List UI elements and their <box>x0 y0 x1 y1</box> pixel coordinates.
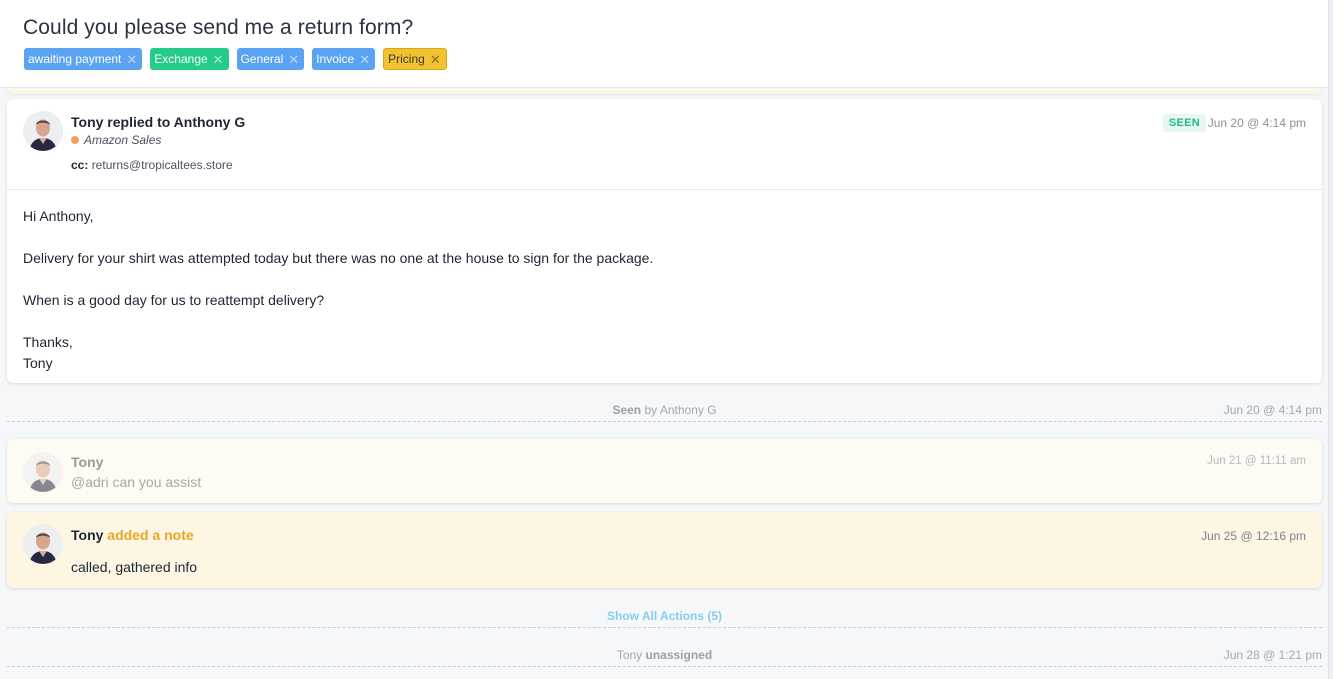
conversation-header: Could you please send me a return form? … <box>0 0 1328 88</box>
comment-text: @adri can you assist <box>71 474 202 490</box>
seen-strong: Seen <box>612 403 642 417</box>
message-body: Hi Anthony, Delivery for your shirt was … <box>7 190 1322 374</box>
user-avatar-icon <box>23 111 63 151</box>
user-avatar-icon <box>23 452 63 492</box>
seen-status-badge: SEEN <box>1162 114 1206 132</box>
comment-author: Tony <box>71 454 104 470</box>
show-all-actions-link[interactable]: Show All Actions (5) <box>7 609 1322 623</box>
unassigned-event-text: Tony unassigned <box>7 648 1322 662</box>
avatar <box>23 452 63 492</box>
body-line: When is a good day for us to reattempt d… <box>23 292 325 308</box>
remove-tag-icon[interactable]: ✕ <box>126 53 137 66</box>
tag-list: awaiting payment ✕ Exchange ✕ General ✕ … <box>24 48 447 70</box>
tag-exchange[interactable]: Exchange ✕ <box>150 48 229 70</box>
seen-event-text: Seen by Anthony G <box>7 403 1322 417</box>
remove-tag-icon[interactable]: ✕ <box>213 53 224 66</box>
inbox-dot-icon <box>71 136 79 144</box>
seen-by: by Anthony G <box>641 403 717 417</box>
inbox-name: Amazon Sales <box>84 133 162 147</box>
cc-address: returns@tropicaltees.store <box>91 158 233 172</box>
cc-line: cc: returns@tropicaltees.store <box>71 158 233 172</box>
body-line: Thanks, <box>23 334 73 350</box>
tag-pricing[interactable]: Pricing ✕ <box>383 48 447 70</box>
comment-timestamp: Jun 21 @ 11:11 am <box>1207 455 1306 467</box>
avatar <box>23 524 63 564</box>
tag-awaiting-payment[interactable]: awaiting payment ✕ <box>24 48 143 70</box>
body-line: Tony <box>23 355 53 371</box>
unassigned-event: Tony unassigned Jun 28 @ 1:21 pm <box>7 645 1322 667</box>
tag-label: General <box>240 52 284 66</box>
mention-comment-card: Tony @adri can you assist Jun 21 @ 11:11… <box>7 439 1322 503</box>
remove-tag-icon[interactable]: ✕ <box>288 53 299 66</box>
user-avatar-icon <box>23 524 63 564</box>
tag-label: Invoice <box>316 52 355 66</box>
note-text: called, gathered info <box>71 559 198 575</box>
unassigned-event-timestamp: Jun 28 @ 1:21 pm <box>1223 648 1322 662</box>
show-all-actions-row: Show All Actions (5) <box>7 606 1322 628</box>
seen-event-timestamp: Jun 20 @ 4:14 pm <box>1223 403 1322 417</box>
body-line: Hi Anthony, <box>23 208 94 224</box>
note-action: added a note <box>103 527 194 543</box>
remove-tag-icon[interactable]: ✕ <box>430 53 441 66</box>
note-timestamp: Jun 25 @ 12:16 pm <box>1201 529 1306 543</box>
body-line: Delivery for your shirt was attempted to… <box>23 250 654 266</box>
remove-tag-icon[interactable]: ✕ <box>359 53 370 66</box>
tag-label: awaiting payment <box>28 52 122 66</box>
note-author: Tony <box>71 527 104 543</box>
unassigned-strong: unassigned <box>645 648 713 662</box>
message-timestamp: Jun 20 @ 4:14 pm <box>1207 116 1306 130</box>
cc-label: cc: <box>71 158 89 172</box>
conversation-title: Could you please send me a return form? <box>23 16 414 39</box>
tag-invoice[interactable]: Invoice ✕ <box>312 48 376 70</box>
tag-general[interactable]: General ✕ <box>236 48 305 70</box>
avatar <box>23 111 63 151</box>
tag-label: Exchange <box>154 52 208 66</box>
unassigned-actor: Tony <box>616 648 646 662</box>
note-header: Tony added a note <box>71 527 194 543</box>
note-card: Tony added a note called, gathered info … <box>7 512 1322 588</box>
reply-header-text: Tony replied to Anthony G <box>71 114 246 130</box>
scrollbar[interactable] <box>1328 0 1333 679</box>
reply-message-card: Tony replied to Anthony G Amazon Sales c… <box>7 99 1322 383</box>
tag-label: Pricing <box>388 52 425 66</box>
message-header: Tony replied to Anthony G Amazon Sales c… <box>7 99 1322 190</box>
seen-event: Seen by Anthony G Jun 20 @ 4:14 pm <box>7 400 1322 422</box>
inbox-label[interactable]: Amazon Sales <box>71 133 161 147</box>
